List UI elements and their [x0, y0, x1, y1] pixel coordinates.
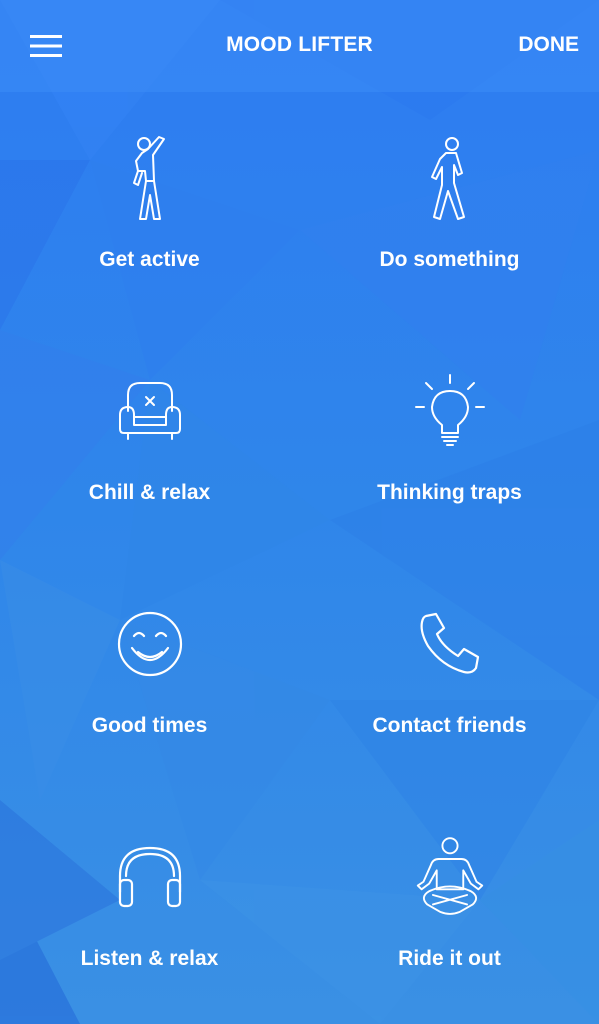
smiley-face-icon — [117, 611, 183, 677]
activity-grid: Get active Do something Chill & relax Th… — [0, 92, 599, 1024]
phone-icon — [420, 612, 480, 674]
tile-get-active[interactable]: Get active — [0, 92, 299, 325]
tile-good-times[interactable]: Good times — [0, 558, 299, 791]
app-header: MOOD LIFTER DONE — [0, 0, 599, 92]
tile-label: Do something — [379, 248, 520, 271]
tile-label: Get active — [99, 248, 200, 271]
tile-label: Thinking traps — [377, 481, 522, 504]
tile-contact-friends[interactable]: Contact friends — [300, 558, 599, 791]
tile-label: Listen & relax — [80, 947, 219, 970]
tile-listen-relax[interactable]: Listen & relax — [0, 791, 299, 1024]
meditating-person-icon — [416, 837, 484, 915]
tile-ride-it-out[interactable]: Ride it out — [300, 791, 599, 1024]
tile-label: Good times — [91, 714, 208, 737]
tile-label: Ride it out — [398, 947, 501, 970]
tile-thinking-traps[interactable]: Thinking traps — [300, 325, 599, 558]
tile-label: Contact friends — [372, 714, 527, 737]
menu-button[interactable] — [20, 22, 72, 70]
tile-chill-relax[interactable]: Chill & relax — [0, 325, 299, 558]
tile-label: Chill & relax — [88, 481, 211, 504]
hamburger-menu-icon — [30, 35, 62, 57]
lightbulb-icon — [415, 374, 485, 446]
stretching-person-icon — [133, 136, 165, 220]
headphones-icon — [118, 846, 182, 908]
walking-person-icon — [431, 137, 465, 220]
tile-do-something[interactable]: Do something — [300, 92, 599, 325]
done-button[interactable]: DONE — [518, 33, 579, 57]
armchair-icon — [119, 382, 181, 440]
page-title: MOOD LIFTER — [226, 33, 373, 56]
